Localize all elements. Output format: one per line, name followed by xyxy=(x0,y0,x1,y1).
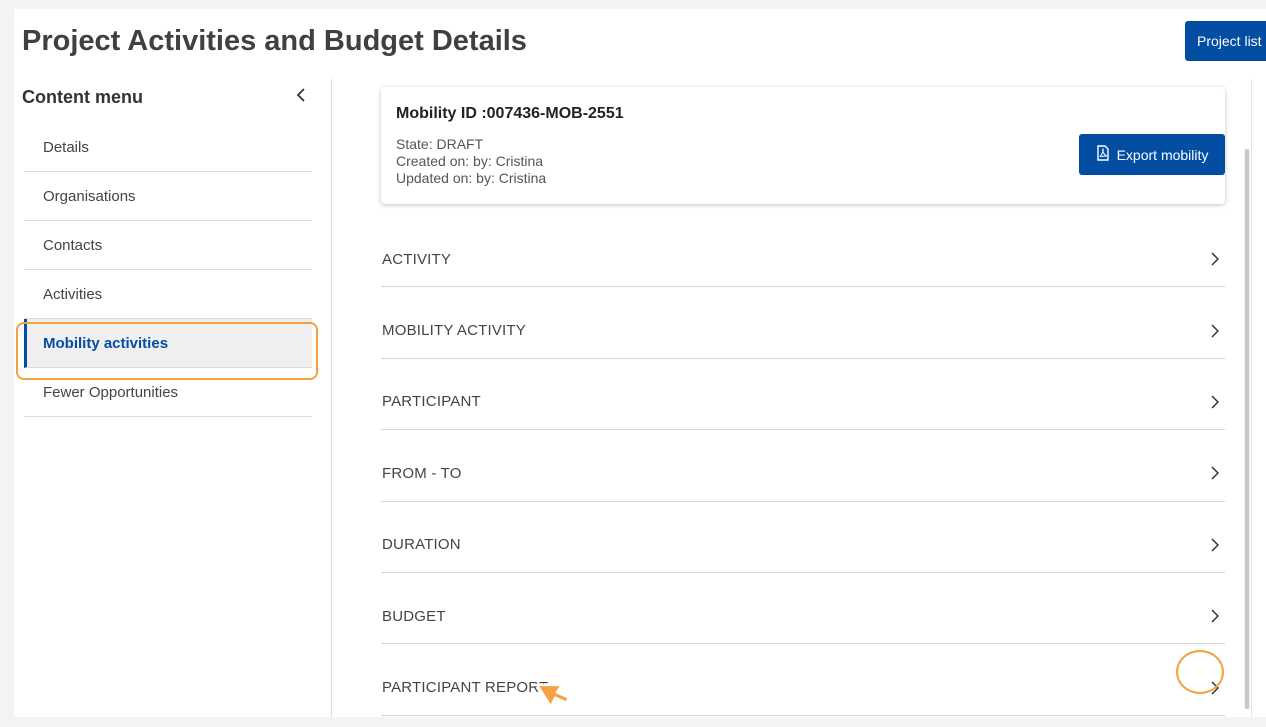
section-label: MOBILITY ACTIVITY xyxy=(382,322,526,340)
export-mobility-button[interactable]: Export mobility xyxy=(1079,134,1225,175)
section-participant[interactable]: PARTICIPANT xyxy=(381,359,1225,431)
chevron-right-icon[interactable] xyxy=(1207,537,1223,553)
mobility-meta: State: DRAFT Created on: by: Cristina Up… xyxy=(396,136,546,187)
section-from-to[interactable]: FROM - TO xyxy=(381,430,1225,502)
content-menu-list: Details Organisations Contacts Activitie… xyxy=(24,123,312,417)
content-menu: Content menu Details Organisations Conta… xyxy=(14,77,332,717)
chevron-right-icon[interactable] xyxy=(1207,465,1223,481)
sidebar-item-mobility-activities[interactable]: Mobility activities xyxy=(24,319,312,368)
page-title: Project Activities and Budget Details xyxy=(22,25,527,57)
chevron-right-icon[interactable] xyxy=(1207,680,1223,696)
sidebar-item-activities[interactable]: Activities xyxy=(24,270,312,319)
mobility-state: State: DRAFT xyxy=(396,136,484,152)
section-label: FROM - TO xyxy=(382,464,462,482)
section-list: ACTIVITY MOBILITY ACTIVITY PARTICIPANT F… xyxy=(381,216,1225,716)
scrollbar-thumb[interactable] xyxy=(1245,149,1249,709)
project-list-button[interactable]: Project list xyxy=(1185,21,1266,61)
mobility-id: Mobility ID :007436-MOB-2551 xyxy=(396,105,624,122)
chevron-right-icon[interactable] xyxy=(1207,323,1223,339)
main-content: Mobility ID :007436-MOB-2551 State: DRAF… xyxy=(332,79,1262,717)
mobility-created: Created on: by: Cristina xyxy=(396,153,544,169)
sidebar-item-fewer-opportunities[interactable]: Fewer Opportunities xyxy=(24,368,312,417)
section-label: BUDGET xyxy=(382,607,446,625)
content-menu-title: Content menu xyxy=(22,87,143,107)
section-label: ACTIVITY xyxy=(382,250,452,268)
chevron-left-icon[interactable] xyxy=(293,83,309,107)
main-divider xyxy=(1251,79,1252,717)
chevron-right-icon[interactable] xyxy=(1207,608,1223,624)
mobility-updated: Updated on: by: Cristina xyxy=(396,170,547,186)
sidebar-item-contacts[interactable]: Contacts xyxy=(24,221,312,270)
sidebar-item-details[interactable]: Details xyxy=(24,123,312,172)
chevron-right-icon[interactable] xyxy=(1207,394,1223,410)
sidebar-item-organisations[interactable]: Organisations xyxy=(24,172,312,221)
mobility-card: Mobility ID :007436-MOB-2551 State: DRAF… xyxy=(381,87,1225,204)
section-participant-report[interactable]: PARTICIPANT REPORT xyxy=(381,644,1225,716)
page: Project Activities and Budget Details Pr… xyxy=(14,9,1266,717)
section-mobility-activity[interactable]: MOBILITY ACTIVITY xyxy=(381,287,1225,359)
section-label: PARTICIPANT xyxy=(382,393,481,411)
export-mobility-label: Export mobility xyxy=(1116,146,1209,163)
pdf-icon xyxy=(1096,145,1110,164)
section-duration[interactable]: DURATION xyxy=(381,502,1225,573)
section-activity[interactable]: ACTIVITY xyxy=(381,216,1225,288)
section-budget[interactable]: BUDGET xyxy=(381,573,1225,645)
chevron-right-icon[interactable] xyxy=(1207,251,1223,267)
section-label: PARTICIPANT REPORT xyxy=(382,679,549,697)
section-label: DURATION xyxy=(382,536,461,554)
